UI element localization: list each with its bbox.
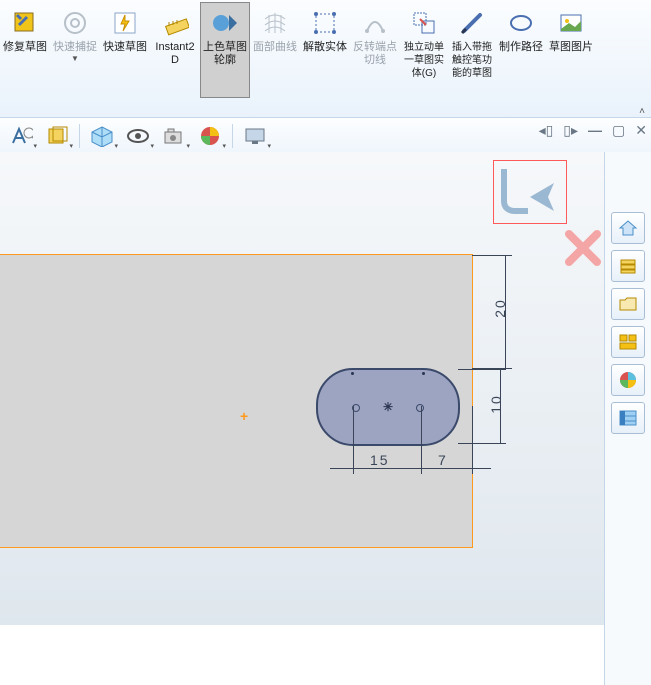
slot-center-right (416, 404, 424, 412)
move-icon (408, 7, 440, 39)
repair-icon (9, 7, 41, 39)
repair-sketch-button[interactable]: 修复草图 (0, 2, 50, 98)
box-tool[interactable]: ▾ (40, 122, 74, 150)
pen-sketch-button[interactable]: 插入带拖触控笔功能的草图 (448, 2, 496, 98)
extension-line (353, 406, 354, 474)
extension-line (421, 406, 422, 474)
face-curves-button: 面部曲线 (250, 2, 300, 98)
pen-icon (456, 7, 488, 39)
ruler-icon (159, 7, 191, 39)
appearances-tab[interactable] (611, 364, 645, 396)
lightning-icon (109, 7, 141, 39)
dimension-15[interactable]: 15 (370, 452, 390, 468)
sketch-text-tool[interactable]: ▾ (4, 122, 38, 150)
sketch-picture-button[interactable]: 草图图片 (546, 2, 596, 98)
path-icon (505, 7, 537, 39)
dropdown-arrow-icon: ▼ (71, 54, 79, 63)
sketch-origin-icon: + (240, 408, 248, 424)
cancel-corner[interactable] (563, 228, 603, 268)
separator (79, 124, 80, 148)
target-icon (59, 7, 91, 39)
graphics-area[interactable]: + ✳ 20 10 15 7 (0, 152, 605, 625)
shaded-contour-icon (209, 7, 241, 39)
separator (232, 124, 233, 148)
camera-tool[interactable]: ▾ (157, 122, 191, 150)
confirm-corner[interactable] (493, 160, 567, 224)
mesh-icon (259, 7, 291, 39)
slot-point (422, 372, 425, 375)
task-pane (604, 152, 651, 685)
arc-icon (359, 7, 391, 39)
slot-center-mark: ✳ (383, 400, 393, 414)
visibility-tool[interactable]: ▾ (121, 122, 155, 150)
extension-line (458, 443, 506, 444)
home-tab[interactable] (611, 212, 645, 244)
display-tool[interactable]: ▾ (238, 122, 272, 150)
quick-sketch-button[interactable]: 快速草图 (100, 2, 150, 98)
view-toolbar: ▾ ▾ ▾ ▾ ▾ ▾ ▾ ◂▯ ▯▸ — ▢ ✕ (0, 118, 651, 155)
shaded-sketch-button[interactable]: 上色草图轮廓 (200, 2, 250, 98)
reverse-tangent-button: 反转端点切线 (350, 2, 400, 98)
slot-point (351, 372, 354, 375)
resources-tab[interactable] (611, 250, 645, 282)
view-palette-tab[interactable] (611, 326, 645, 358)
extension-line (472, 255, 512, 256)
close-button[interactable]: ✕ (635, 122, 647, 139)
open-tab[interactable] (611, 288, 645, 320)
picture-icon (555, 7, 587, 39)
dimension-7[interactable]: 7 (438, 452, 448, 468)
appearance-tool[interactable]: ▾ (193, 122, 227, 150)
maximize-button[interactable]: ▢ (612, 122, 625, 139)
dimension-line (330, 468, 424, 469)
dissolve-button[interactable]: 解散实体 (300, 2, 350, 98)
extension-line (458, 369, 506, 370)
prev-tab-icon[interactable]: ◂▯ (539, 122, 554, 139)
minimize-button[interactable]: — (588, 122, 602, 139)
make-path-button[interactable]: 制作路径 (496, 2, 546, 98)
ribbon-expand-icon[interactable]: ˄ (639, 106, 645, 117)
dimension-10[interactable]: 10 (488, 394, 504, 414)
instant2d-button[interactable]: Instant2D (150, 2, 200, 98)
move-entity-button[interactable]: 独立动单一草图实体(G) (400, 2, 448, 98)
dimension-20[interactable]: 20 (492, 298, 508, 318)
extension-line (472, 406, 473, 474)
ribbon-toolbar: 修复草图 快速捕捉 ▼ 快速草图 Instant2D 上色草图轮廓 面部曲线 解… (0, 0, 651, 118)
dissolve-icon (309, 7, 341, 39)
slot-feature[interactable]: ✳ (316, 368, 460, 446)
next-tab-icon[interactable]: ▯▸ (563, 122, 578, 139)
window-controls: ◂▯ ▯▸ — ▢ ✕ (539, 122, 647, 139)
dimension-line (421, 468, 491, 469)
cube-view-tool[interactable]: ▾ (85, 122, 119, 150)
custom-props-tab[interactable] (611, 402, 645, 434)
quick-snap-button: 快速捕捉 ▼ (50, 2, 100, 98)
